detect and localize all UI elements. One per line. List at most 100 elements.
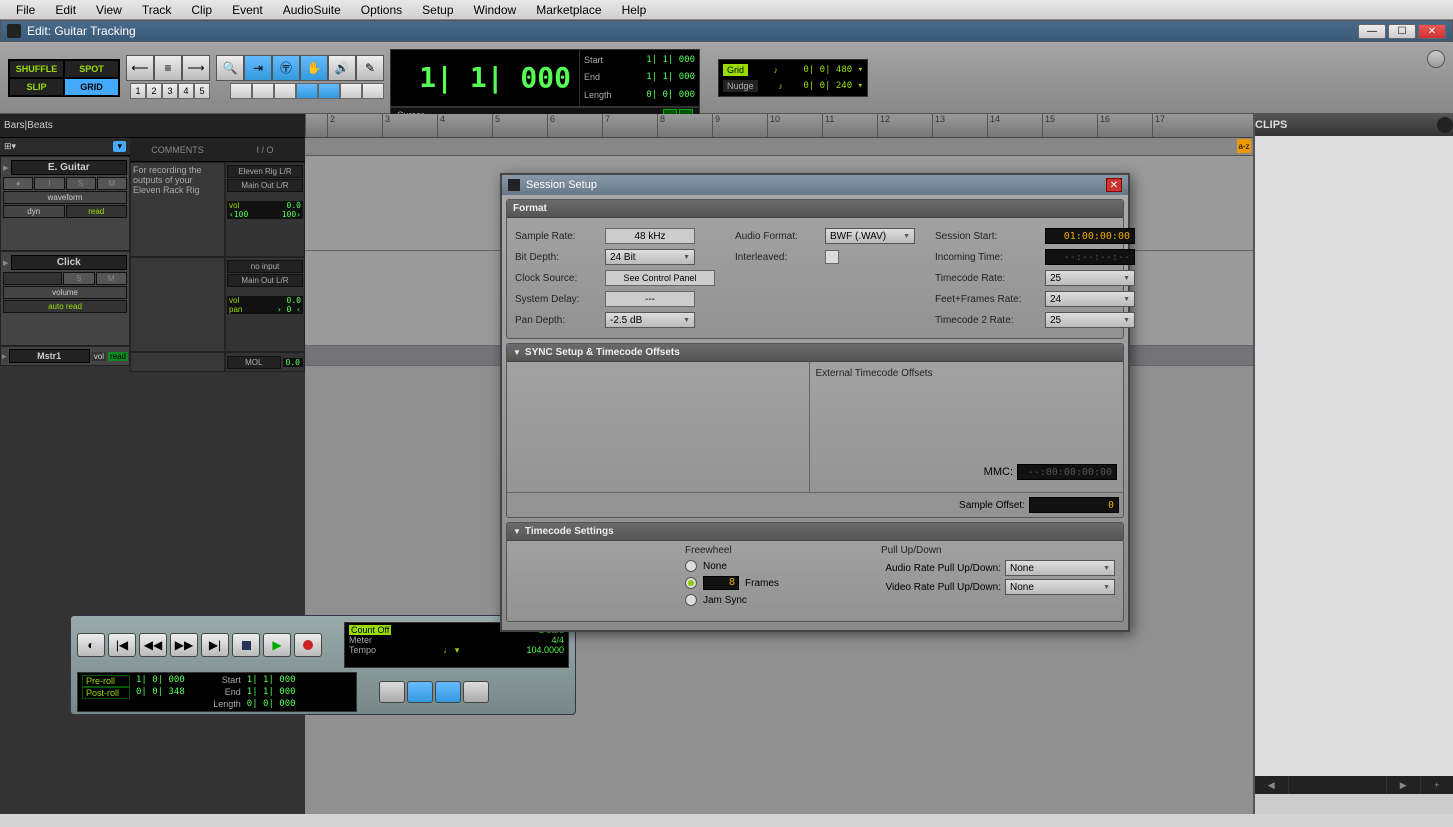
insertion-follows-icon[interactable] bbox=[296, 83, 318, 99]
dialog-close-button[interactable]: ✕ bbox=[1106, 178, 1122, 192]
menu-help[interactable]: Help bbox=[612, 1, 657, 19]
zoom-in-icon[interactable]: ⟵ bbox=[126, 55, 154, 81]
mmc-value[interactable]: --:00:00:00:00 bbox=[1017, 464, 1117, 480]
tc-rate-select[interactable]: 25▼ bbox=[1045, 270, 1135, 286]
interleaved-checkbox[interactable] bbox=[825, 250, 839, 264]
maximize-button[interactable]: ☐ bbox=[1388, 24, 1416, 39]
mirrored-edit-icon[interactable] bbox=[318, 83, 340, 99]
midi-merge-icon[interactable] bbox=[435, 681, 461, 703]
meter-value[interactable]: 4/4 bbox=[551, 635, 564, 645]
clips-menu-icon[interactable] bbox=[1437, 117, 1453, 133]
wait-note-icon[interactable] bbox=[379, 681, 405, 703]
tc2-rate-select[interactable]: 25▼ bbox=[1045, 312, 1135, 328]
grid-mode-button[interactable]: GRID bbox=[64, 78, 119, 96]
preroll-value[interactable]: 1| 0| 000 bbox=[136, 675, 185, 687]
menu-marketplace[interactable]: Marketplace bbox=[526, 1, 611, 19]
timeline-ruler[interactable]: 2 3 4 5 6 7 8 9 10 11 12 13 14 15 16 17 bbox=[305, 114, 1253, 138]
menu-track[interactable]: Track bbox=[132, 1, 182, 19]
postroll-value[interactable]: 0| 0| 348 bbox=[136, 687, 185, 699]
track-comment[interactable] bbox=[130, 352, 225, 372]
marker-icon[interactable]: a-z bbox=[1237, 139, 1251, 153]
record-button[interactable] bbox=[294, 633, 322, 657]
menu-view[interactable]: View bbox=[86, 1, 132, 19]
online-button[interactable]: ◐ bbox=[77, 633, 105, 657]
automation-mode-button[interactable]: read bbox=[66, 205, 128, 218]
vol-value[interactable]: 0.0 bbox=[287, 296, 301, 305]
session-start-value[interactable]: 01:00:00:00 bbox=[1045, 228, 1135, 244]
metronome-icon[interactable] bbox=[407, 681, 433, 703]
link-track-icon[interactable] bbox=[274, 83, 296, 99]
start-value[interactable]: 1| 1| 000 bbox=[646, 55, 695, 65]
audio-format-select[interactable]: BWF (.WAV)▼ bbox=[825, 228, 915, 244]
pencil-tool-icon[interactable]: ✎ bbox=[356, 55, 384, 81]
scrubber-tool-icon[interactable]: 🔊 bbox=[328, 55, 356, 81]
minimize-button[interactable]: — bbox=[1358, 24, 1386, 39]
pan-depth-select[interactable]: -2.5 dB▼ bbox=[605, 312, 695, 328]
automation-mode-button[interactable]: read bbox=[108, 352, 128, 361]
ruler-options-icon[interactable]: ▾ bbox=[113, 141, 126, 152]
offset-value[interactable]: 0 bbox=[1029, 497, 1119, 513]
pan-right[interactable]: 100› bbox=[282, 210, 301, 219]
shuffle-mode-button[interactable]: SHUFFLE bbox=[9, 60, 64, 78]
zoomer-tool-icon[interactable]: 🔍 bbox=[216, 55, 244, 81]
track-comment[interactable] bbox=[130, 257, 225, 352]
menu-setup[interactable]: Setup bbox=[412, 1, 463, 19]
zoom-preset-2[interactable]: 2 bbox=[146, 83, 162, 99]
end-value[interactable]: 1| 1| 000 bbox=[646, 72, 695, 82]
master-vol-value[interactable]: 0.0 bbox=[283, 358, 303, 367]
tab-to-transient-icon[interactable] bbox=[230, 83, 252, 99]
track-view-button[interactable]: waveform bbox=[3, 191, 127, 204]
solo-button[interactable]: S bbox=[66, 177, 96, 190]
menu-file[interactable]: File bbox=[6, 1, 45, 19]
zoom-preset-1[interactable]: 1 bbox=[130, 83, 146, 99]
nudge-value[interactable]: 0| 0| 240 ▾ bbox=[803, 81, 863, 91]
trim-tool-icon[interactable]: ⇥ bbox=[244, 55, 272, 81]
spot-mode-button[interactable]: SPOT bbox=[64, 60, 119, 78]
freewheel-frames-radio[interactable] bbox=[685, 577, 697, 589]
menu-audiosuite[interactable]: AudioSuite bbox=[273, 1, 351, 19]
forward-button[interactable]: ▶▶ bbox=[170, 633, 198, 657]
menu-edit[interactable]: Edit bbox=[45, 1, 86, 19]
automation-mode-button[interactable]: auto read bbox=[3, 300, 127, 313]
menu-clip[interactable]: Clip bbox=[181, 1, 222, 19]
track-expand-icon[interactable]: ▸ bbox=[3, 161, 9, 174]
clips-list[interactable] bbox=[1255, 136, 1453, 776]
bit-depth-select[interactable]: 24 Bit▼ bbox=[605, 249, 695, 265]
length-value[interactable]: 0| 0| 000 bbox=[646, 90, 695, 100]
solo-button[interactable]: S bbox=[63, 272, 95, 285]
countoff-label[interactable]: Count Off bbox=[349, 625, 391, 635]
rtz-button[interactable]: |◀ bbox=[108, 633, 136, 657]
track-comment[interactable]: For recording the outputs of your Eleven… bbox=[130, 162, 225, 257]
stop-button[interactable] bbox=[232, 633, 260, 657]
dyn-button[interactable]: dyn bbox=[3, 205, 65, 218]
menu-window[interactable]: Window bbox=[464, 1, 527, 19]
track-expand-icon[interactable]: ▸ bbox=[2, 351, 7, 362]
input-selector[interactable]: no input bbox=[227, 260, 303, 273]
automation-follows-icon[interactable] bbox=[340, 83, 362, 99]
mute-button[interactable]: M bbox=[97, 177, 127, 190]
grid-label[interactable]: Grid bbox=[723, 64, 748, 76]
postroll-label[interactable]: Post-roll bbox=[82, 687, 130, 699]
freewheel-none-radio[interactable] bbox=[685, 560, 697, 572]
length-value[interactable]: 0| 0| 000 bbox=[247, 699, 296, 709]
zoom-preset-5[interactable]: 5 bbox=[194, 83, 210, 99]
input-monitor-button[interactable]: I bbox=[34, 177, 64, 190]
ff-rate-select[interactable]: 24▼ bbox=[1045, 291, 1135, 307]
rewind-button[interactable]: ◀◀ bbox=[139, 633, 167, 657]
clips-right-icon[interactable]: ▶ bbox=[1387, 776, 1420, 794]
expand-toolbar-icon[interactable] bbox=[1427, 50, 1445, 68]
clips-left-icon[interactable]: ◀ bbox=[1255, 776, 1288, 794]
video-pull-select[interactable]: None▼ bbox=[1005, 579, 1115, 595]
vol-label[interactable]: vol bbox=[92, 352, 106, 361]
input-selector[interactable]: Eleven Rig L/R bbox=[227, 165, 303, 178]
play-button[interactable]: ▶ bbox=[263, 633, 291, 657]
zoom-preset-3[interactable]: 3 bbox=[162, 83, 178, 99]
start-value[interactable]: 1| 1| 000 bbox=[247, 675, 296, 687]
layered-edit-icon[interactable] bbox=[362, 83, 384, 99]
link-timeline-icon[interactable] bbox=[252, 83, 274, 99]
ruler-selector[interactable]: Bars|Beats bbox=[0, 114, 130, 138]
grid-value[interactable]: 0| 0| 480 ▾ bbox=[803, 65, 863, 75]
track-view-button[interactable]: volume bbox=[3, 286, 127, 299]
output-selector[interactable]: Main Out L/R bbox=[227, 179, 303, 192]
zoom-wave-icon[interactable]: ≡ bbox=[154, 55, 182, 81]
